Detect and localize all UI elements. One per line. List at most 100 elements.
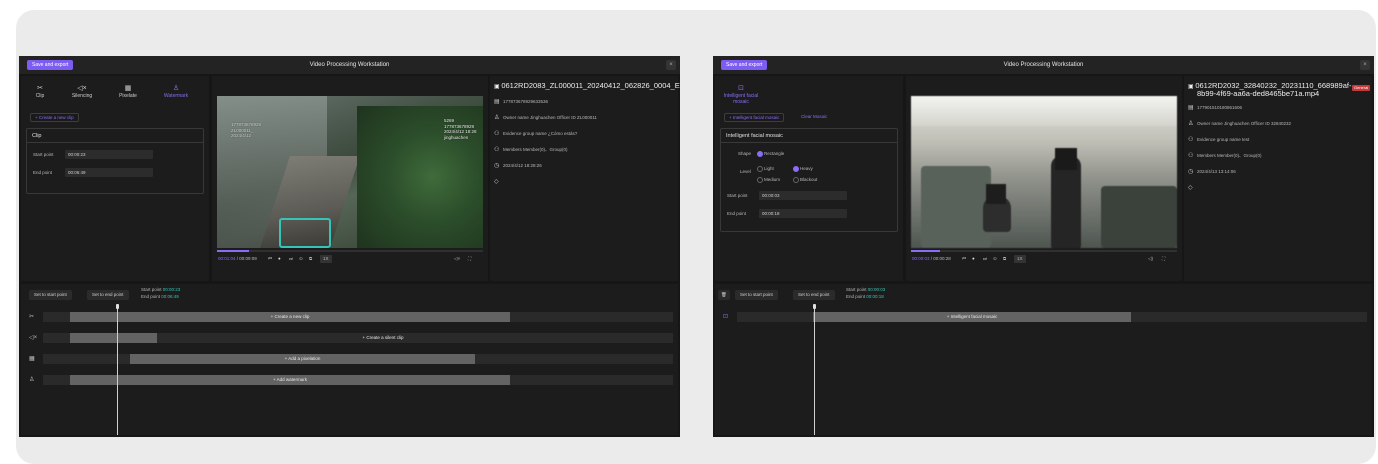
timeline-end-readout: End point 00:06:49 — [141, 292, 179, 301]
speed-selector[interactable]: 1X — [1014, 255, 1026, 263]
facial-mosaic-segment[interactable]: + Intelligent facial mosaic — [813, 312, 1131, 322]
end-point-field[interactable]: 00:06:49 — [65, 168, 153, 177]
level-medium-radio[interactable]: Medium — [757, 176, 780, 183]
file-title-line2: 8b99-4f69-aa6a-ded8465be71a.mp4 — [1197, 89, 1320, 98]
id-card-icon: ▤ — [1188, 105, 1194, 111]
skip-back-icon[interactable]: ⏮ — [268, 252, 272, 266]
facial-mosaic-track[interactable]: + Intelligent facial mosaic — [737, 312, 1367, 322]
owner-value: Owner name Jinghuachen Officer ID ZL0000… — [503, 115, 597, 120]
time-row: ◷ 2024/4/13 13:14:06 — [1188, 168, 1236, 176]
copy-icon[interactable]: ⧉ — [309, 252, 312, 266]
window-title: Video Processing Workstation — [309, 62, 390, 68]
set-to-end-point-button[interactable]: Set to end point — [87, 290, 129, 300]
set-to-end-point-button[interactable]: Set to end point — [793, 290, 835, 300]
face-mosaic-icon: ⊡ — [738, 85, 744, 92]
create-new-clip-button[interactable]: + Create a new clip — [30, 113, 79, 122]
tool-intelligent-facial-mosaic[interactable]: ⊡ Intelligent facial mosaic — [717, 84, 765, 105]
player-controls: 00:00:03 / 00:00:28 ⏮ ● ⏭ ⊙ ⧉ 1X ◁) ⛶ — [906, 252, 1182, 266]
video-ceiling — [911, 96, 1177, 126]
tool-silencing[interactable]: ◁× Silencing — [65, 84, 99, 99]
silent-track[interactable]: + Create a silent clip — [43, 333, 673, 343]
set-to-start-point-button[interactable]: Set to start point — [29, 290, 72, 300]
clip-box-heading: Clip — [27, 129, 203, 143]
play-icon[interactable]: ● — [972, 252, 975, 266]
speed-selector[interactable]: 1X — [320, 255, 332, 263]
end-point-label: End point — [727, 211, 747, 216]
silent-track-label: + Create a silent clip — [362, 335, 404, 340]
play-icon[interactable]: ● — [278, 252, 281, 266]
skip-back-icon[interactable]: ⏮ — [962, 252, 966, 266]
current-time: 00:00:03 — [912, 256, 930, 261]
close-icon[interactable]: × — [666, 60, 676, 70]
volume-mute-icon[interactable]: ◁× — [454, 252, 460, 266]
id-row: ▤ 177901510180861606 — [1188, 104, 1242, 112]
close-icon[interactable]: × — [1360, 60, 1370, 70]
fullscreen-icon[interactable]: ⛶ — [468, 252, 471, 266]
shape-label: Shape — [738, 151, 752, 156]
group-row: ⚇ Evidence group name ¿Cómo estás? — [494, 130, 577, 138]
clip-track[interactable]: + Create a new clip — [43, 312, 673, 322]
face-mosaic-block — [986, 184, 1006, 204]
step-forward-icon[interactable]: ⏭ — [983, 252, 987, 266]
level-light-radio[interactable]: Light — [757, 165, 774, 172]
video-panel: 5269 177873678929 2024/4/12 18:28 jinghu… — [212, 76, 488, 281]
tag-icon[interactable]: ◇ — [1188, 184, 1197, 192]
members-row: ⚇ Members Member(0)、Group(0) — [494, 146, 568, 154]
start-point-field[interactable]: 00:00:23 — [65, 150, 153, 159]
level-label: Level — [740, 169, 751, 174]
category-badge: General — [1352, 85, 1371, 91]
timeline-panel: 🗑 Set to start point Set to end point St… — [715, 284, 1372, 435]
shape-rectangle-radio[interactable]: Rectangle — [757, 150, 784, 157]
tool-pixelate[interactable]: ▦ Pixelate — [111, 84, 145, 99]
step-forward-icon[interactable]: ⏭ — [289, 252, 293, 266]
time-readout: 00:00:03 / 00:00:28 — [912, 256, 951, 261]
mosaic-box-heading: Intelligent facial mosaic — [721, 129, 897, 143]
playhead[interactable] — [813, 304, 816, 435]
watermark-segment[interactable]: + Add watermark — [70, 375, 510, 385]
total-time: 00:00:28 — [933, 256, 951, 261]
start-point-field[interactable]: 00:00:03 — [759, 191, 847, 200]
stamp-icon: ♙ — [172, 85, 180, 92]
end-point-field[interactable]: 00:00:18 — [759, 209, 847, 218]
watermark-overlay-left: 177873678929 ZL000011_ 2024/4/12 — [231, 122, 261, 139]
user-icon: ♙ — [1188, 121, 1194, 127]
members-icon: ⚇ — [1188, 153, 1194, 159]
video-frame[interactable]: 5269 177873678929 2024/4/12 18:28 jinghu… — [217, 96, 483, 248]
copy-icon[interactable]: ⧉ — [1003, 252, 1006, 266]
tool-clip[interactable]: ✂ Clip — [23, 84, 57, 99]
title-bar: Save and export Video Processing Worksta… — [713, 56, 1374, 74]
clear-mosaic-link[interactable]: Clear Mosaic — [801, 112, 827, 121]
tools-panel: ⊡ Intelligent facial mosaic + Intelligen… — [715, 76, 903, 281]
clip-settings-box: Clip Start point 00:00:23 End point 00:0… — [26, 128, 204, 194]
user-icon: ♙ — [494, 115, 500, 121]
set-to-start-point-button[interactable]: Set to start point — [735, 290, 778, 300]
tool-label: Clip — [35, 93, 45, 99]
tag-row[interactable]: ◇ — [1188, 184, 1197, 192]
level-blackout-radio[interactable]: Blackout — [793, 176, 817, 183]
add-facial-mosaic-button[interactable]: + Intelligent facial mosaic — [724, 113, 785, 122]
silent-segment[interactable] — [70, 333, 157, 343]
video-desk-right — [1101, 186, 1177, 248]
video-frame[interactable] — [911, 96, 1177, 248]
record-icon[interactable]: ⊙ — [299, 252, 303, 266]
tag-icon[interactable]: ◇ — [494, 178, 503, 186]
pixelation-track[interactable]: + Add a pixelation — [43, 354, 673, 364]
playhead[interactable] — [116, 304, 119, 435]
tool-watermark[interactable]: ♙ Watermark — [159, 84, 193, 99]
level-heavy-radio[interactable]: Heavy — [793, 165, 813, 172]
volume-icon[interactable]: ◁) — [1148, 252, 1153, 266]
delete-icon[interactable]: 🗑 — [718, 290, 730, 300]
stamp-icon: ♙ — [29, 377, 35, 383]
clip-segment[interactable]: + Create a new clip — [70, 312, 510, 322]
timeline-end-readout: End point 00:00:18 — [846, 292, 884, 301]
speaker-icon: ◁× — [77, 85, 87, 92]
start-point-label: Start point — [727, 193, 748, 198]
tools-panel: ✂ Clip ◁× Silencing ▦ Pixelate ♙ Waterma… — [21, 76, 209, 281]
tag-row[interactable]: ◇ — [494, 178, 503, 186]
pixelation-segment[interactable]: + Add a pixelation — [130, 354, 475, 364]
fullscreen-icon[interactable]: ⛶ — [1162, 252, 1165, 266]
grid-icon: ▦ — [124, 85, 132, 92]
record-icon[interactable]: ⊙ — [993, 252, 997, 266]
watermark-track[interactable]: + Add watermark — [43, 375, 673, 385]
members-icon: ⚇ — [494, 147, 500, 153]
